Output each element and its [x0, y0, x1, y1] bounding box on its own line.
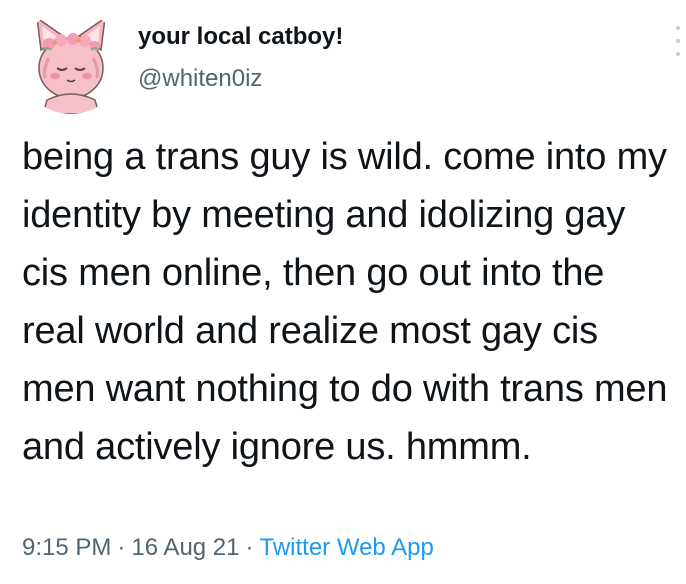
tweet-date[interactable]: 16 Aug 21	[131, 534, 239, 561]
author-info: your local catboy! @whiten0iz	[138, 22, 343, 94]
display-name[interactable]: your local catboy!	[138, 22, 343, 52]
separator: ·	[245, 534, 254, 561]
tweet-text: being a trans guy is wild. come into my …	[22, 136, 668, 468]
separator: ·	[117, 534, 126, 561]
more-options-icon[interactable]	[674, 26, 682, 56]
tweet-time[interactable]: 9:15 PM	[22, 534, 111, 561]
more-dot	[676, 52, 680, 56]
tweet-source-link[interactable]: Twitter Web App	[260, 534, 434, 561]
tweet-metadata: 9:15 PM · 16 Aug 21 · Twitter Web App	[22, 530, 434, 566]
user-handle[interactable]: @whiten0iz	[138, 64, 343, 94]
tweet-card: your local catboy! @whiten0iz being a tr…	[0, 0, 686, 584]
avatar[interactable]	[19, 10, 123, 114]
more-dot	[676, 26, 680, 30]
more-dot	[676, 39, 680, 43]
catboy-avatar-icon	[36, 16, 106, 114]
